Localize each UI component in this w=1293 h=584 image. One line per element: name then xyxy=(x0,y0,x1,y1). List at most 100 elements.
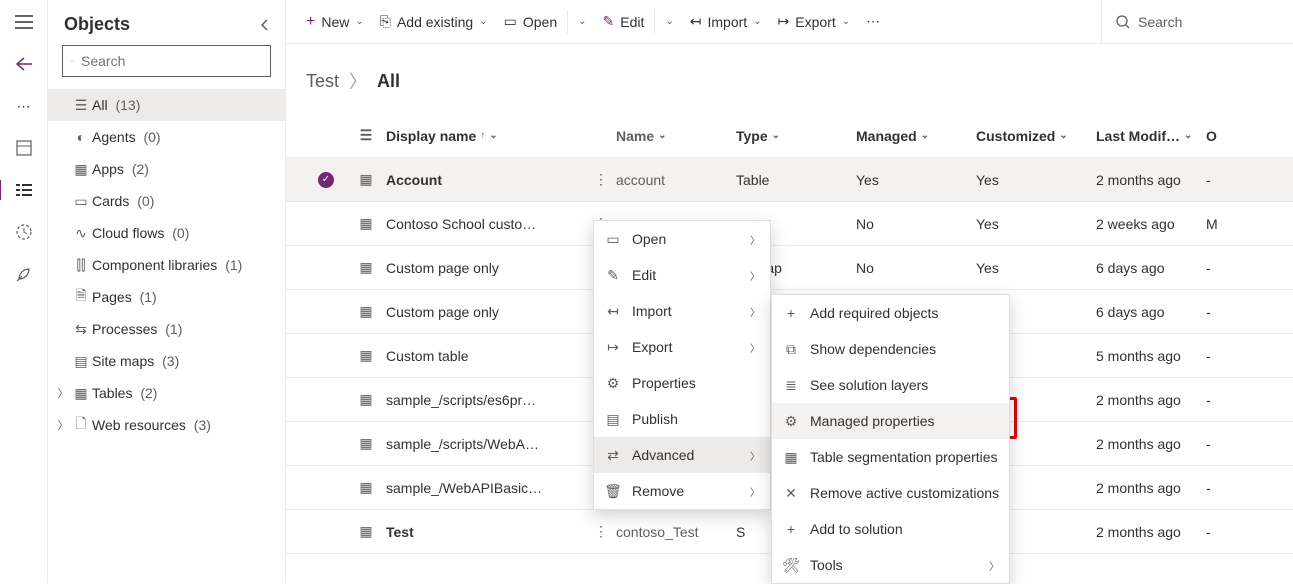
menu-item-edit[interactable]: ✎Edit〉 xyxy=(594,257,770,293)
row-customized: Yes xyxy=(976,216,1096,232)
breadcrumb: Test 〉 All xyxy=(286,44,1293,114)
add-existing-button[interactable]: ⎘Add existing⌄ xyxy=(372,0,496,43)
submenu-item-show-dependencies[interactable]: ⧉Show dependencies xyxy=(772,331,1009,367)
back-icon[interactable] xyxy=(14,54,34,74)
sidebar-search-input[interactable] xyxy=(81,53,262,69)
submenu-item-add-to-solution[interactable]: +Add to solution xyxy=(772,511,1009,547)
open-button[interactable]: ▭Open xyxy=(496,0,565,43)
sidebar-collapse-icon[interactable] xyxy=(259,18,269,32)
row-display-name: sample_/WebAPIBasic… xyxy=(386,480,586,496)
command-search[interactable]: Search xyxy=(1101,0,1281,43)
submenu-item-managed-properties[interactable]: ⚙Managed properties xyxy=(772,403,1009,439)
import-icon: ↤ xyxy=(604,302,622,320)
col-name[interactable]: Name⌄ xyxy=(616,128,736,144)
import-button[interactable]: ↤Import⌄ xyxy=(682,0,770,43)
col-type[interactable]: Type⌄ xyxy=(736,128,856,144)
edit-dropdown[interactable]: ⌄ xyxy=(657,0,681,43)
row-owner: M xyxy=(1206,216,1226,232)
table-row[interactable]: ✓ ▦ Account ⋮ account Table Yes Yes 2 mo… xyxy=(286,158,1293,202)
hamburger-icon[interactable] xyxy=(14,12,34,32)
expand-icon[interactable]: 〉 xyxy=(56,417,70,433)
rocket-icon[interactable] xyxy=(14,264,34,284)
overview-icon[interactable] xyxy=(14,138,34,158)
submenu-item-add-required-objects[interactable]: +Add required objects xyxy=(772,295,1009,331)
row-type-icon: ▦ xyxy=(346,523,386,540)
export-icon: ↦ xyxy=(778,13,790,30)
open-dropdown[interactable]: ⌄ xyxy=(570,0,594,43)
row-modified: 2 months ago xyxy=(1096,172,1206,188)
row-display-name: Test xyxy=(386,524,586,540)
objects-icon[interactable] xyxy=(14,180,34,200)
tree-item-agents[interactable]: ◐ Agents (0) xyxy=(48,121,285,153)
checked-icon[interactable]: ✓ xyxy=(318,172,334,188)
row-type-icon: ▦ xyxy=(346,259,386,276)
row-owner: - xyxy=(1206,480,1226,496)
gear-icon: ⚙ xyxy=(604,374,622,392)
tree-item-tables[interactable]: 〉 ▦ Tables (2) xyxy=(48,377,285,409)
export-button[interactable]: ↦Export⌄ xyxy=(770,0,859,43)
row-owner: - xyxy=(1206,348,1226,364)
submenu-item-table-segmentation-properties[interactable]: ▦Table segmentation properties xyxy=(772,439,1009,475)
history-icon[interactable] xyxy=(14,222,34,242)
table-row[interactable]: ▦ Custom page only ⋮ ite Map No Yes 6 da… xyxy=(286,246,1293,290)
tree-item-cards[interactable]: ▭ Cards (0) xyxy=(48,185,285,217)
row-display-name: Account xyxy=(386,172,586,188)
row-display-name: Contoso School custo… xyxy=(386,216,586,232)
submenu-item-remove-active-customizations[interactable]: ✕Remove active customizations xyxy=(772,475,1009,511)
flow-icon: ∿ xyxy=(70,225,92,242)
tree-item-component-libraries[interactable]: ⫿⫿ Component libraries (1) xyxy=(48,249,285,281)
more-icon[interactable]: ⋯ xyxy=(14,96,34,116)
chevron-right-icon: 〉 xyxy=(750,304,760,319)
tree-item-site-maps[interactable]: ▤ Site maps (3) xyxy=(48,345,285,377)
chevron-right-icon: 〉 xyxy=(989,558,999,573)
sidebar-search[interactable] xyxy=(62,45,271,77)
col-owner[interactable]: O xyxy=(1206,128,1226,144)
submenu-item-tools[interactable]: 🛠Tools〉 xyxy=(772,547,1009,583)
tree-item-processes[interactable]: ⇆ Processes (1) xyxy=(48,313,285,345)
plus-icon: + xyxy=(782,520,800,538)
sort-icon[interactable]: ☰ xyxy=(360,127,373,144)
row-type-icon: ▦ xyxy=(346,479,386,496)
search-icon xyxy=(71,54,73,68)
menu-item-export[interactable]: ↦Export〉 xyxy=(594,329,770,365)
menu-item-open[interactable]: ▭Open〉 xyxy=(594,221,770,257)
chevron-right-icon: 〉 xyxy=(750,448,760,463)
tree-item-pages[interactable]: 🗎 Pages (1) xyxy=(48,281,285,313)
submenu-item-see-solution-layers[interactable]: ≣See solution layers xyxy=(772,367,1009,403)
menu-item-properties[interactable]: ⚙Properties xyxy=(594,365,770,401)
tree-item-apps[interactable]: ▦ Apps (2) xyxy=(48,153,285,185)
menu-item-remove[interactable]: 🗑Remove〉 xyxy=(594,473,770,509)
menu-item-advanced[interactable]: ⇄Advanced〉 xyxy=(594,437,770,473)
row-name: account xyxy=(616,172,736,188)
row-managed: Yes xyxy=(856,172,976,188)
new-button[interactable]: +New⌄ xyxy=(298,0,372,43)
remove2-icon: ✕ xyxy=(782,484,800,502)
col-display-name[interactable]: Display name↑⌄ xyxy=(386,128,586,144)
tree-item-all[interactable]: ☰ All (13) xyxy=(48,89,285,121)
expand-icon[interactable]: 〉 xyxy=(56,385,70,401)
left-rail: ⋯ xyxy=(0,0,48,583)
menu-item-publish[interactable]: ▤Publish xyxy=(594,401,770,437)
table-row[interactable]: ▦ Contoso School custo… ⋮ age No Yes 2 w… xyxy=(286,202,1293,246)
tree-item-web-resources[interactable]: 〉 🗋 Web resources (3) xyxy=(48,409,285,441)
row-customized: Yes xyxy=(976,260,1096,276)
row-menu-icon[interactable]: ⋮ xyxy=(586,523,616,540)
more-commands[interactable]: ⋯ xyxy=(858,0,888,43)
row-menu-icon[interactable]: ⋮ xyxy=(586,171,616,188)
menu-item-import[interactable]: ↤Import〉 xyxy=(594,293,770,329)
breadcrumb-root[interactable]: Test xyxy=(306,71,339,92)
row-owner: - xyxy=(1206,304,1226,320)
col-customized[interactable]: Customized⌄ xyxy=(976,128,1096,144)
table-icon: ▦ xyxy=(70,385,92,402)
row-context-menu: ▭Open〉✎Edit〉↤Import〉↦Export〉⚙Properties▤… xyxy=(593,220,771,510)
col-last-modified[interactable]: Last Modif…⌄ xyxy=(1096,128,1206,144)
open-icon: ▭ xyxy=(604,230,622,248)
row-owner: - xyxy=(1206,436,1226,452)
edit-button[interactable]: ✎Edit xyxy=(595,0,653,43)
row-owner: - xyxy=(1206,392,1226,408)
cards-icon: ▭ xyxy=(70,193,92,210)
tree-item-cloud-flows[interactable]: ∿ Cloud flows (0) xyxy=(48,217,285,249)
agent-icon: ◐ xyxy=(70,129,92,145)
row-display-name: Custom table xyxy=(386,348,586,364)
col-managed[interactable]: Managed⌄ xyxy=(856,128,976,144)
